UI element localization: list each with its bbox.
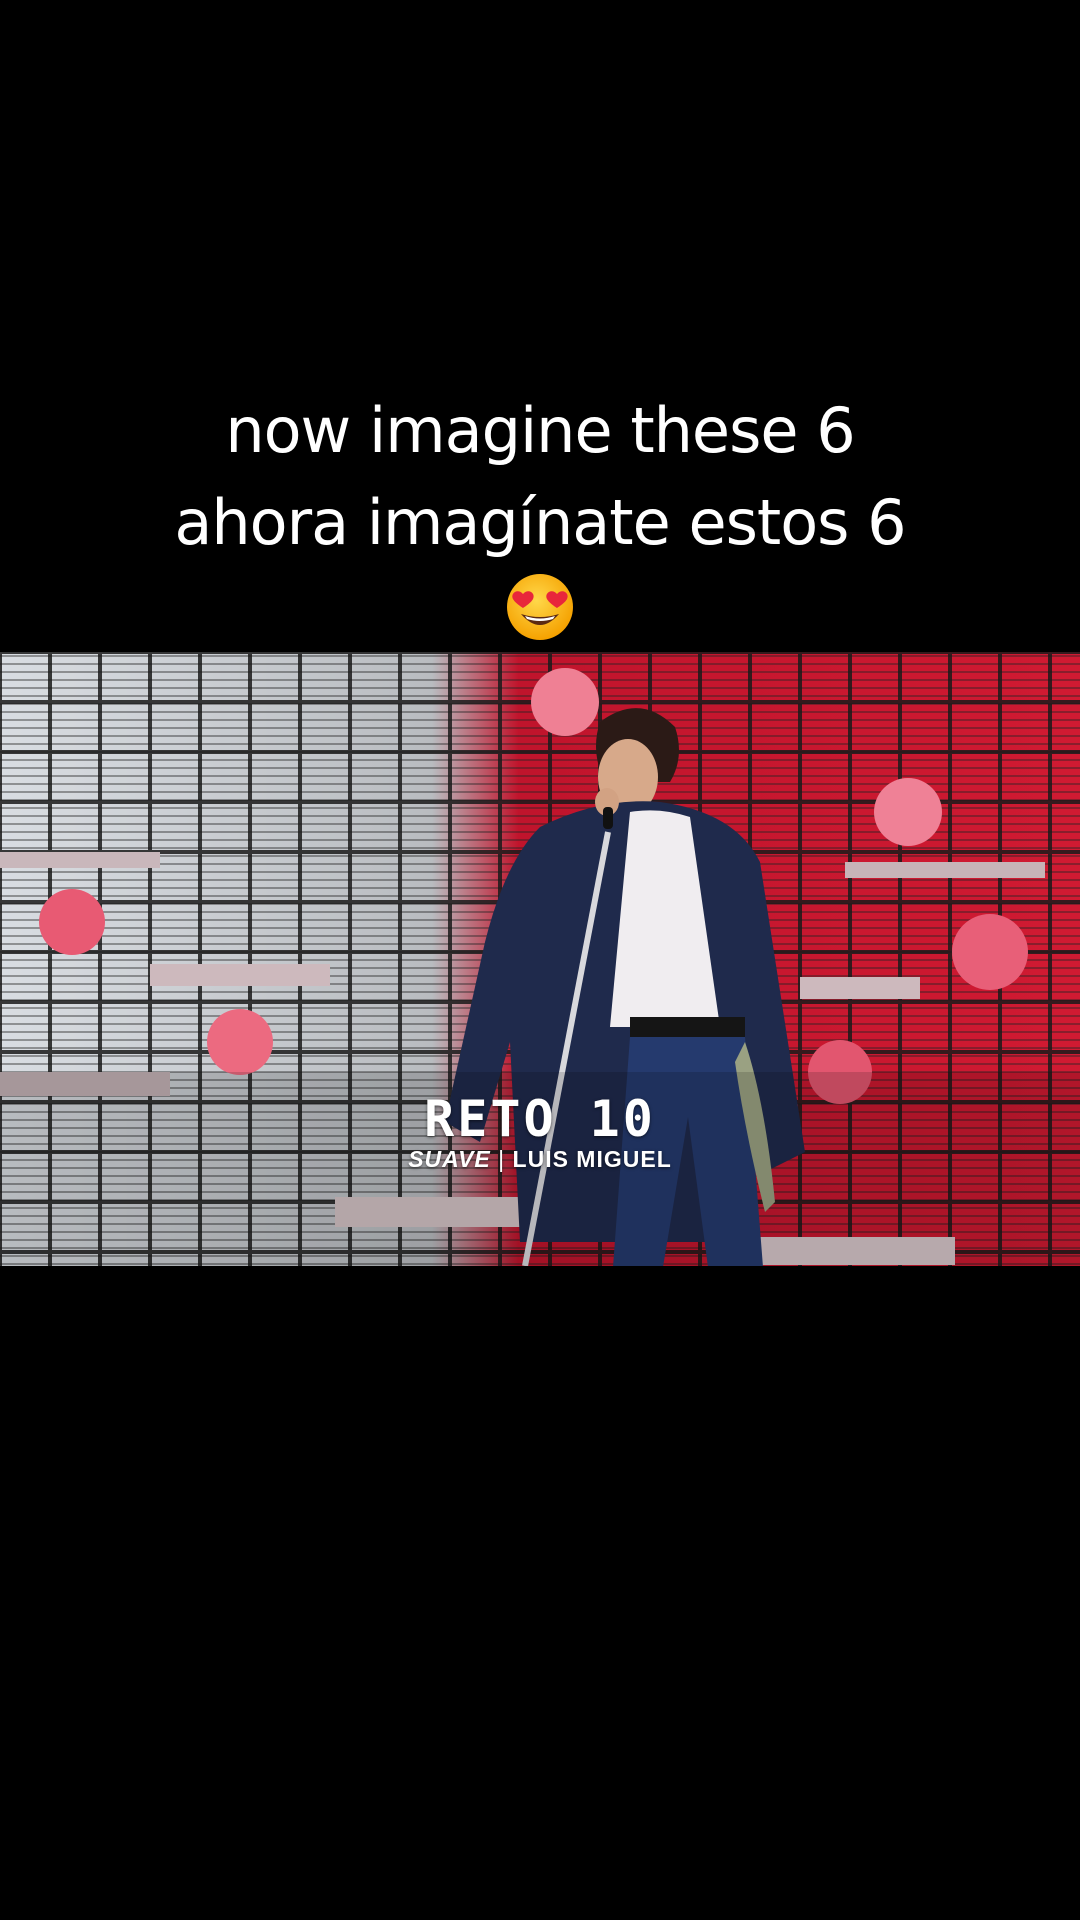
heart-eyes-emoji-icon	[507, 574, 573, 640]
title-separator: |	[498, 1146, 506, 1172]
video-overlay-subtitle: SUAVE | LUIS MIGUEL	[0, 1146, 1080, 1173]
video-player[interactable]	[0, 652, 1080, 1266]
caption-line-english: now imagine these 6	[225, 394, 855, 467]
video-overlay-title: RETO 10	[424, 1090, 656, 1148]
video-frame	[0, 652, 1080, 1266]
caption-line-spanish: ahora imagínate estos 6	[174, 486, 906, 559]
artist-name: LUIS MIGUEL	[512, 1146, 672, 1172]
caption-text: now imagine these 6 ahora imagínate esto…	[0, 385, 1080, 569]
song-title: SUAVE	[408, 1146, 491, 1172]
